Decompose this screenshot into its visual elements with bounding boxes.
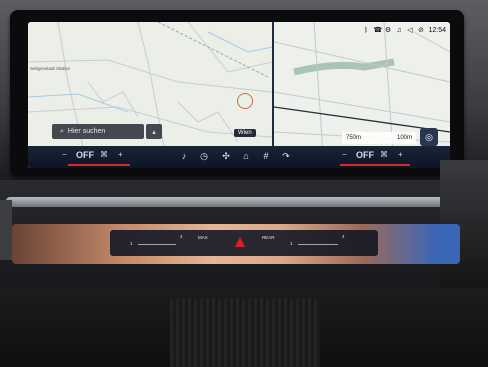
hazard-warning-button[interactable]: [235, 237, 245, 247]
right-fan-value: 4: [342, 234, 345, 239]
status-bar: ᛒ ☎ ⚙ ♫ ◁ ⊘ 12:54: [362, 24, 446, 36]
settings-icon: ⚙: [384, 26, 392, 34]
compass-button[interactable]: ◎: [420, 128, 438, 146]
right-temp-plus-button[interactable]: +: [398, 150, 403, 159]
right-temp-indicator: [340, 164, 410, 166]
rear-defrost-button[interactable]: REAR: [262, 235, 275, 240]
music-icon: ♫: [396, 26, 402, 34]
left-fan-slider[interactable]: [138, 244, 176, 245]
apps-icon[interactable]: #: [260, 150, 272, 162]
volume-icon: ◁: [407, 26, 413, 34]
compass-icon: ◎: [425, 131, 433, 142]
left-climate-state[interactable]: OFF: [76, 150, 94, 160]
chevron-up-icon: ▴: [152, 128, 156, 136]
right-fan-slider[interactable]: [298, 244, 338, 245]
back-icon[interactable]: ↷: [280, 150, 292, 162]
route-info-box[interactable]: 750m 100m: [342, 132, 416, 144]
route-scale: 100m: [396, 135, 412, 141]
search-expand-button[interactable]: ▴: [146, 124, 162, 139]
home-icon[interactable]: ⌂: [240, 150, 252, 162]
left-fan-value: 4: [180, 234, 183, 239]
route-distance: 750m: [346, 135, 362, 141]
search-icon: ⌕: [60, 127, 64, 135]
left-temp-indicator: [68, 164, 130, 166]
left-seat-icon[interactable]: ⌘: [100, 150, 108, 159]
left-temp-minus-button[interactable]: −: [62, 150, 67, 159]
bluetooth-icon: ᛒ: [363, 26, 369, 34]
climate-bar: − OFF ⌘ + ♪ ◷ ✣ ⌂ # ↷ − OFF ⌘ +: [28, 146, 450, 168]
infotainment-screen: Seligenstadt Station ⌕ Hier suchen ▴ Wie…: [28, 22, 450, 168]
right-fan-marker: 1: [290, 241, 293, 246]
map-search-input[interactable]: ⌕ Hier suchen: [52, 124, 144, 139]
mute-icon: ⊘: [418, 26, 424, 34]
current-position-marker: [237, 93, 253, 109]
search-placeholder: Hier suchen: [67, 128, 106, 135]
status-time: 12:54: [428, 26, 446, 34]
phone-icon[interactable]: ◷: [198, 150, 210, 162]
right-temp-minus-button[interactable]: −: [342, 150, 347, 159]
fan-icon[interactable]: ✣: [220, 150, 232, 162]
max-defrost-button[interactable]: MAX: [198, 235, 208, 240]
destination-label[interactable]: Wien: [234, 129, 256, 137]
left-fan-marker: 1: [130, 241, 133, 246]
dashboard-trim-strip: [6, 197, 476, 207]
right-climate-state[interactable]: OFF: [356, 150, 374, 160]
phone-icon: ☎: [373, 26, 383, 34]
floor-mat: [170, 298, 320, 367]
left-temp-plus-button[interactable]: +: [118, 150, 123, 159]
music-icon[interactable]: ♪: [178, 150, 190, 162]
right-seat-icon[interactable]: ⌘: [380, 150, 388, 159]
map-town-label: Seligenstadt Station: [30, 66, 71, 71]
left-air-vent: [0, 200, 12, 260]
